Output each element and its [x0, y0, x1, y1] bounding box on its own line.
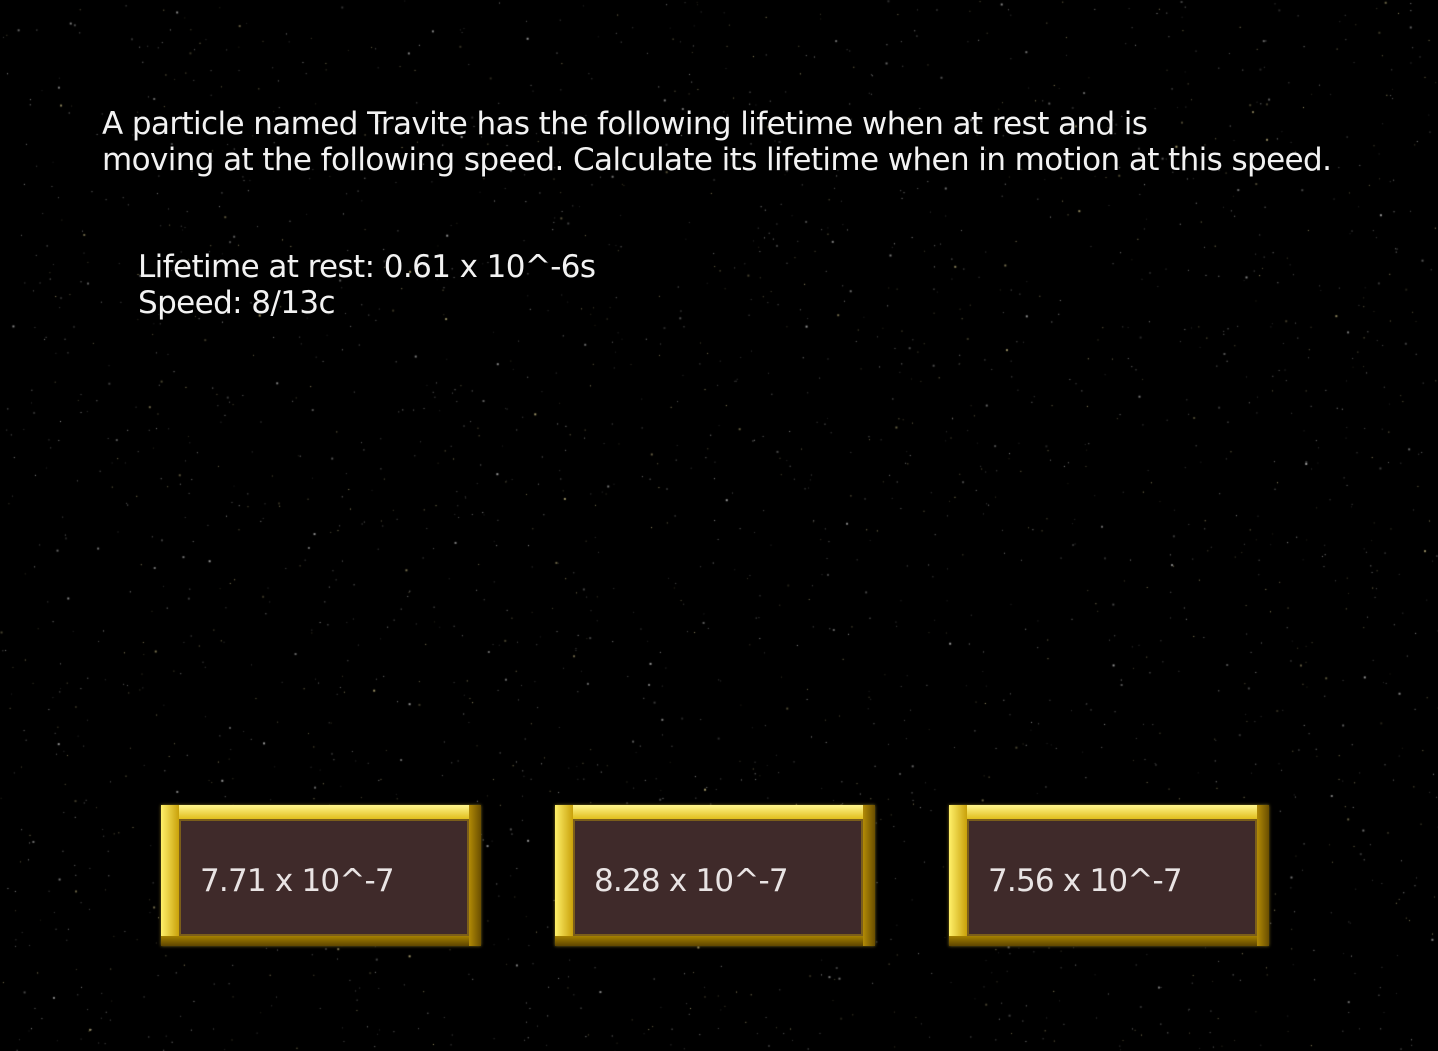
button-bevel [161, 805, 179, 946]
button-bevel [949, 805, 967, 946]
button-bevel [469, 805, 481, 946]
answer-button-2[interactable]: 8.28 x 10^-7 [555, 805, 875, 946]
button-bevel [555, 805, 875, 819]
button-face[interactable]: 7.56 x 10^-7 [967, 819, 1257, 936]
answer-button-3[interactable]: 7.56 x 10^-7 [949, 805, 1269, 946]
button-bevel [949, 936, 1269, 946]
button-face[interactable]: 7.71 x 10^-7 [179, 819, 469, 936]
button-bevel [1257, 805, 1269, 946]
question-text: A particle named Travite has the followi… [102, 106, 1402, 178]
button-face[interactable]: 8.28 x 10^-7 [573, 819, 863, 936]
question-line-1: A particle named Travite has the followi… [102, 106, 1148, 142]
button-bevel [161, 805, 481, 819]
button-bevel [949, 805, 1269, 819]
answer-label-3: 7.56 x 10^-7 [988, 862, 1183, 899]
question-line-2: moving at the following speed. Calculate… [102, 142, 1332, 178]
answer-label-2: 8.28 x 10^-7 [594, 862, 789, 899]
game-scene: A particle named Travite has the followi… [0, 0, 1438, 1051]
answer-button-1[interactable]: 7.71 x 10^-7 [161, 805, 481, 946]
button-bevel [161, 936, 481, 946]
lifetime-at-rest: Lifetime at rest: 0.61 x 10^-6s [138, 249, 596, 285]
speed-value: Speed: 8/13c [138, 285, 336, 321]
button-bevel [863, 805, 875, 946]
button-bevel [555, 805, 573, 946]
button-bevel [555, 936, 875, 946]
answer-label-1: 7.71 x 10^-7 [200, 862, 395, 899]
given-values: Lifetime at rest: 0.61 x 10^-6s Speed: 8… [138, 249, 838, 321]
